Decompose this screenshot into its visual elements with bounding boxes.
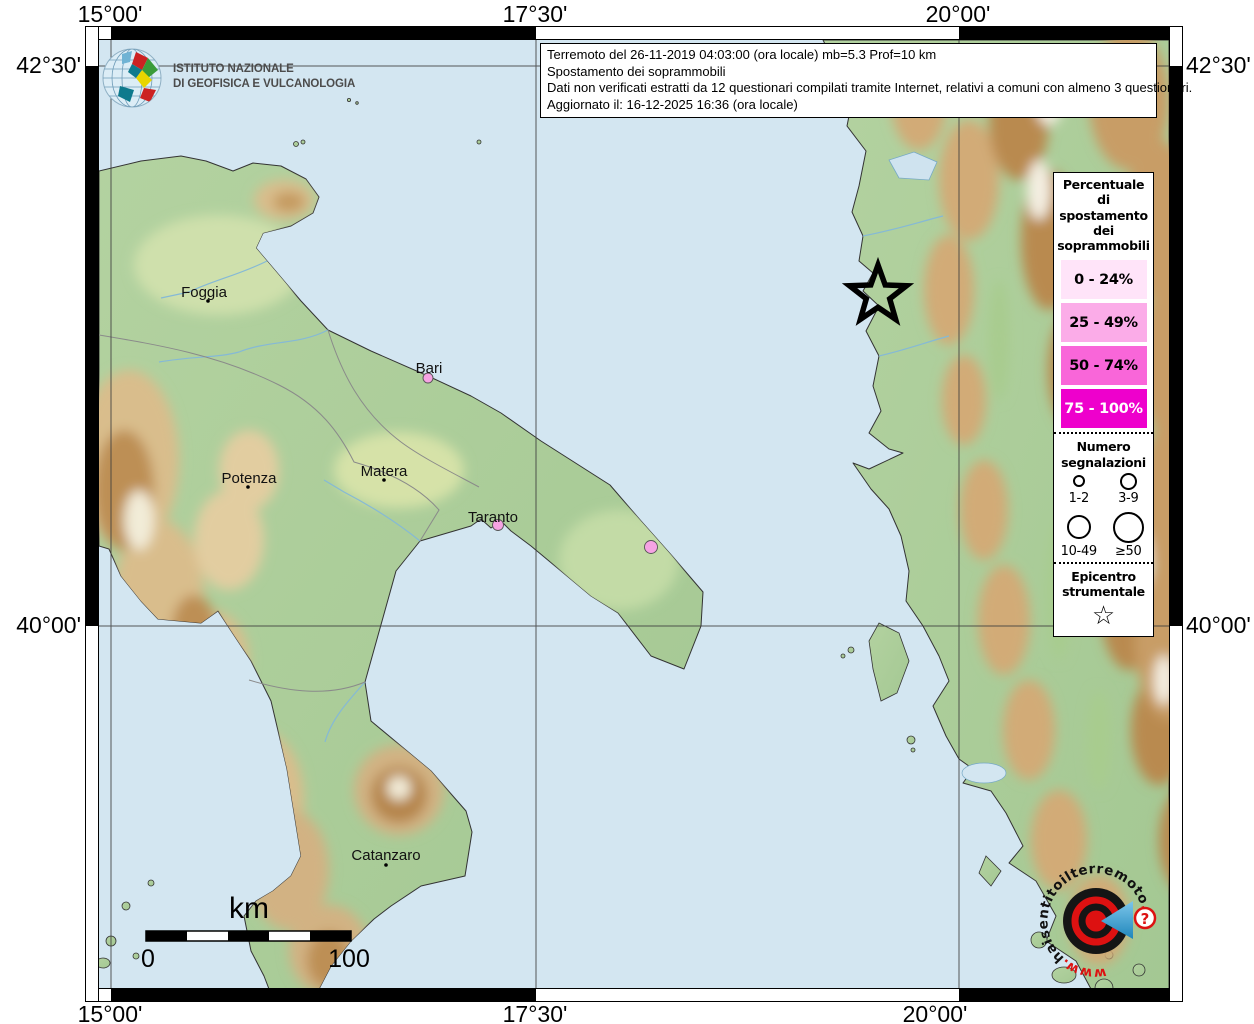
axis-label-top-20: 20°00' <box>926 1 991 28</box>
axis-label-right-40: 40°00' <box>1186 612 1251 639</box>
city-label-matera: Matera <box>361 463 408 480</box>
frame-band-top <box>85 26 1183 40</box>
ingv-name: ISTITUTO NAZIONALE DI GEOFISICA E VULCAN… <box>173 46 355 92</box>
legend-class-25-49: 25 - 49% <box>1061 303 1147 342</box>
intensity-dot-salento <box>645 541 658 554</box>
city-label-bari: Bari <box>416 360 443 377</box>
legend-divider-2 <box>1054 562 1153 564</box>
epicenter-star-legend-icon: ☆ <box>1054 602 1153 631</box>
scale-bar-end: 100 <box>328 945 370 973</box>
axis-label-left-42: 42°30' <box>0 52 81 79</box>
axis-label-bottom-20: 20°00' <box>903 1001 968 1024</box>
city-label-foggia: Foggia <box>181 284 228 301</box>
legend-class-0-24: 0 - 24% <box>1061 260 1147 299</box>
count-label-1-2: 1-2 <box>1069 491 1089 506</box>
legend-divider-1 <box>1054 432 1153 434</box>
count-label-50: ≥50 <box>1115 544 1142 559</box>
legend-count-symbols: 1-2 3-9 10-49 ≥50 <box>1054 473 1153 559</box>
axis-label-left-40: 40°00' <box>0 612 81 639</box>
city-label-potenza: Potenza <box>221 470 277 487</box>
event-title: Terremoto del 26-11-2019 04:03:00 (ora l… <box>547 47 1150 64</box>
legend-panel: Percentuale di spostamento dei soprammob… <box>1053 172 1154 637</box>
map-canvas: Foggia Bari Potenza Matera Taranto Catan… <box>99 40 1169 988</box>
hsit-question-icon: ? <box>1141 910 1150 928</box>
map-page: 15°00' 17°30' 20°00' 15°00' 17°30' 20°00… <box>0 0 1254 1024</box>
frame-band-right <box>1169 26 1183 1002</box>
count-circle-10-49-icon <box>1067 515 1091 539</box>
city-label-catanzaro: Catanzaro <box>351 847 420 864</box>
count-circle-3-9-icon <box>1120 473 1137 490</box>
axis-label-bottom-17: 17°30' <box>503 1001 568 1024</box>
legend-epicenter-title: Epicentro strumentale <box>1054 567 1153 602</box>
event-subtitle: Spostamento dei soprammobili <box>547 64 1150 81</box>
map-svg: Foggia Bari Potenza Matera Taranto Catan… <box>99 40 1169 988</box>
event-update-time: Aggiornato il: 16-12-2025 16:36 (ora loc… <box>547 97 1150 114</box>
event-info-box: Terremoto del 26-11-2019 04:03:00 (ora l… <box>540 43 1157 118</box>
frame-band-bottom <box>85 988 1183 1002</box>
axis-label-top-17: 17°30' <box>503 1 568 28</box>
legend-class-50-74: 50 - 74% <box>1061 346 1147 385</box>
count-circle-1-2-icon <box>1073 475 1085 487</box>
axis-label-right-42: 42°30' <box>1186 52 1251 79</box>
frame-band-left <box>85 26 99 1002</box>
event-disclaimer: Dati non verificati estratti da 12 quest… <box>547 80 1150 97</box>
legend-count-title: Numero segnalazioni <box>1054 437 1153 472</box>
legend-class-75-100: 75 - 100% <box>1061 389 1147 428</box>
scale-bar-unit: km <box>229 892 269 925</box>
ingv-name-line2: DI GEOFISICA E VULCANOLOGIA <box>173 77 355 92</box>
count-circle-50-icon <box>1113 512 1144 543</box>
ingv-name-line1: ISTITUTO NAZIONALE <box>173 62 355 77</box>
city-label-taranto: Taranto <box>468 509 518 526</box>
ingv-logo: ISTITUTO NAZIONALE DI GEOFISICA E VULCAN… <box>100 46 355 110</box>
legend-percent-title: Percentuale di spostamento dei soprammob… <box>1054 173 1153 256</box>
scale-bar-start: 0 <box>141 945 155 973</box>
count-label-3-9: 3-9 <box>1118 491 1138 506</box>
axis-label-bottom-15: 15°00' <box>78 1001 143 1024</box>
ingv-globe-icon <box>100 46 164 110</box>
count-label-10-49: 10-49 <box>1061 544 1097 559</box>
axis-label-top-15: 15°00' <box>78 1 143 28</box>
